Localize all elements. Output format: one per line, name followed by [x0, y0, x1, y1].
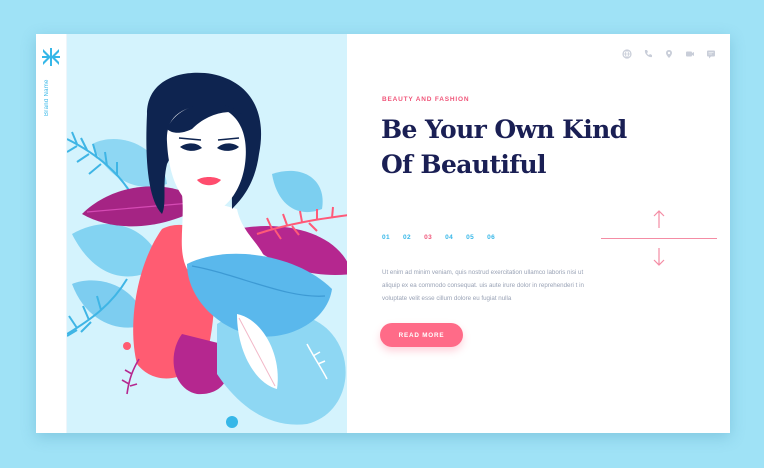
slide-pager: 01 02 03 04 05 06	[382, 234, 495, 241]
read-more-button[interactable]: READ MORE	[380, 323, 463, 347]
globe-icon[interactable]	[622, 49, 632, 59]
brand-name: Brand Name	[44, 79, 50, 116]
landing-page-frame: Brand Name BEAUTY AND FASHION Be Your Ow…	[36, 34, 730, 433]
nav-divider	[601, 238, 717, 239]
sidebar: Brand Name	[36, 34, 67, 433]
location-pin-icon[interactable]	[664, 49, 674, 59]
phone-icon[interactable]	[643, 49, 653, 59]
video-icon[interactable]	[685, 49, 695, 59]
hero-body-text: Ut enim ad minim veniam, quis nostrud ex…	[382, 269, 584, 302]
section-eyebrow: BEAUTY AND FASHION	[382, 96, 470, 103]
pager-item-03[interactable]: 03	[424, 234, 432, 241]
brand-logo-icon[interactable]	[41, 47, 61, 67]
hero-headline: Be Your Own Kind Of Beautiful	[381, 112, 681, 182]
slide-nav-widget	[601, 209, 717, 269]
top-icon-bar	[622, 49, 716, 59]
pager-item-04[interactable]: 04	[445, 234, 453, 241]
pager-item-02[interactable]: 02	[403, 234, 411, 241]
chat-icon[interactable]	[706, 49, 716, 59]
arrow-up-icon[interactable]	[652, 209, 666, 229]
headline-line-1: Be Your Own Kind	[381, 115, 627, 144]
pager-item-06[interactable]: 06	[487, 234, 495, 241]
pager-item-05[interactable]: 05	[466, 234, 474, 241]
headline-line-2: Of Beautiful	[381, 150, 547, 179]
hero-illustration	[67, 34, 347, 433]
pager-item-01[interactable]: 01	[382, 234, 390, 241]
arrow-down-icon[interactable]	[652, 247, 666, 267]
